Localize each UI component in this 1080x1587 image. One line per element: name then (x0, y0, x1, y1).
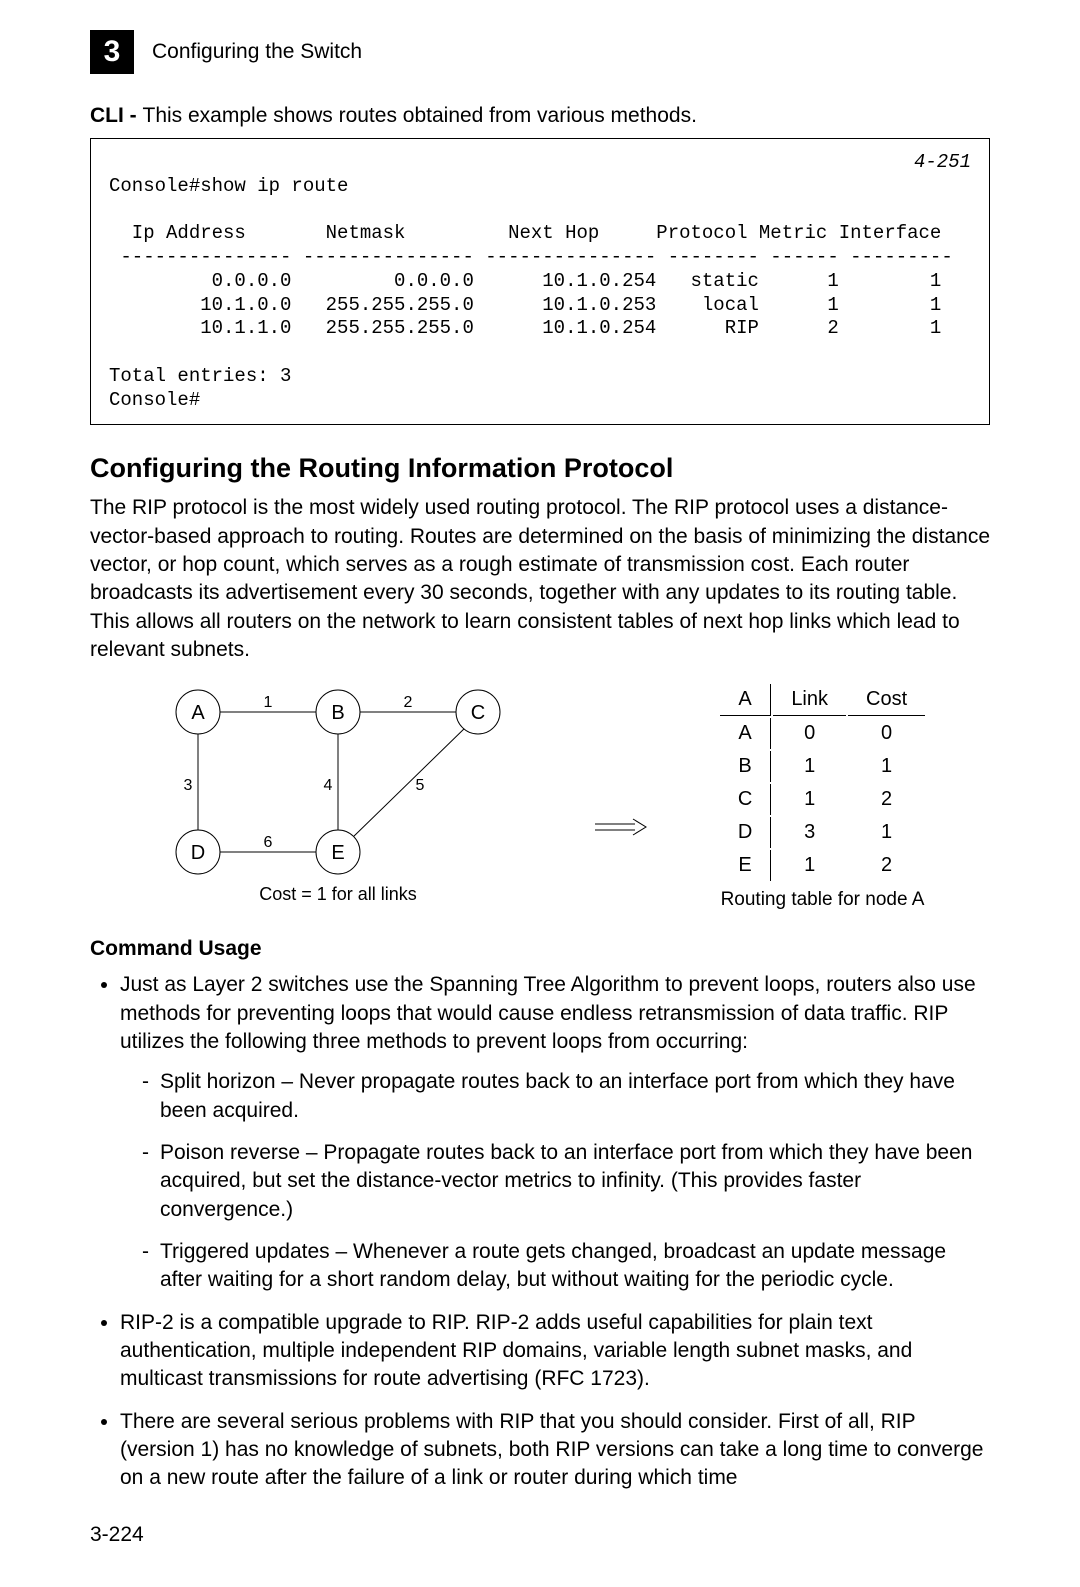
edge-label: 1 (263, 694, 272, 711)
terminal-separator: --------------- --------------- --------… (109, 246, 953, 268)
rt-cell: 1 (773, 784, 846, 815)
rt-cell: D (720, 817, 771, 848)
rt-cell: 1 (773, 850, 846, 881)
rt-cell: 2 (848, 784, 925, 815)
command-usage-heading: Command Usage (90, 937, 990, 961)
rt-cell: 1 (773, 751, 846, 782)
node-e: E (331, 842, 344, 864)
rt-cell: A (720, 718, 771, 749)
edge-label: 3 (183, 777, 192, 794)
rt-cell: E (720, 850, 771, 881)
network-graph: A B C D E 1 2 3 4 5 6 Cost = 1 for all l… (153, 682, 523, 907)
node-d: D (191, 842, 205, 864)
section-paragraph: The RIP protocol is the most widely used… (90, 494, 990, 664)
table-caption: Routing table for node A (718, 889, 927, 911)
rt-header: A (720, 684, 771, 716)
edge-label: 4 (323, 777, 332, 794)
page-header: 3 Configuring the Switch (90, 30, 990, 74)
chapter-number-badge: 3 (90, 30, 134, 74)
routing-table: A Link Cost A00 B11 C12 D31 E12 (718, 682, 927, 883)
terminal-output: 4-251 Console#show ip route Ip Address Ne… (90, 138, 990, 425)
list-item-text: Just as Layer 2 switches use the Spannin… (120, 973, 976, 1053)
cli-label: CLI - (90, 104, 143, 127)
node-b: B (331, 702, 344, 724)
section-title: Configuring the Routing Information Prot… (90, 453, 990, 484)
edge-label: 6 (263, 834, 272, 851)
terminal-row: 0.0.0.0 0.0.0.0 10.1.0.254 static 1 1 (109, 270, 941, 292)
routing-table-block: A Link Cost A00 B11 C12 D31 E12 Routing … (718, 682, 927, 911)
edge-label: 5 (415, 777, 424, 794)
sub-list-item: Triggered updates – Whenever a route get… (142, 1238, 990, 1295)
sub-list-item: Split horizon – Never propagate routes b… (142, 1068, 990, 1125)
node-c: C (471, 702, 485, 724)
rt-cell: 3 (773, 817, 846, 848)
rt-cell: 1 (848, 817, 925, 848)
rt-cell: 0 (848, 718, 925, 749)
rt-header: Link (773, 684, 846, 716)
arrow-icon (593, 817, 648, 837)
terminal-row: 10.1.0.0 255.255.255.0 10.1.0.253 local … (109, 294, 941, 316)
terminal-footer: Total entries: 3 (109, 365, 291, 387)
list-item: There are several serious problems with … (120, 1408, 990, 1493)
terminal-footer: Console# (109, 389, 200, 411)
graph-caption: Cost = 1 for all links (259, 884, 417, 904)
rt-header: Cost (848, 684, 925, 716)
terminal-columns: Ip Address Netmask Next Hop Protocol Met… (109, 222, 941, 244)
page-number: 3-224 (90, 1523, 990, 1547)
cli-text: This example shows routes obtained from … (143, 104, 697, 127)
bullet-list: Just as Layer 2 switches use the Spannin… (90, 971, 990, 1493)
rt-cell: B (720, 751, 771, 782)
sub-list: Split horizon – Never propagate routes b… (120, 1068, 990, 1294)
rt-cell: 2 (848, 850, 925, 881)
list-item: RIP-2 is a compatible upgrade to RIP. RI… (120, 1309, 990, 1394)
sub-list-item: Poison reverse – Propagate routes back t… (142, 1139, 990, 1224)
rip-diagram: A B C D E 1 2 3 4 5 6 Cost = 1 for all l… (90, 682, 990, 911)
list-item: Just as Layer 2 switches use the Spannin… (120, 971, 990, 1294)
rt-cell: C (720, 784, 771, 815)
rt-cell: 0 (773, 718, 846, 749)
rt-cell: 1 (848, 751, 925, 782)
cli-intro: CLI - This example shows routes obtained… (90, 104, 990, 128)
terminal-command: Console#show ip route (109, 175, 348, 197)
node-a: A (191, 702, 205, 724)
terminal-row: 10.1.1.0 255.255.255.0 10.1.0.254 RIP 2 … (109, 317, 941, 339)
chapter-title: Configuring the Switch (152, 40, 362, 64)
edge-label: 2 (403, 694, 412, 711)
terminal-page-ref: 4-251 (914, 151, 971, 175)
